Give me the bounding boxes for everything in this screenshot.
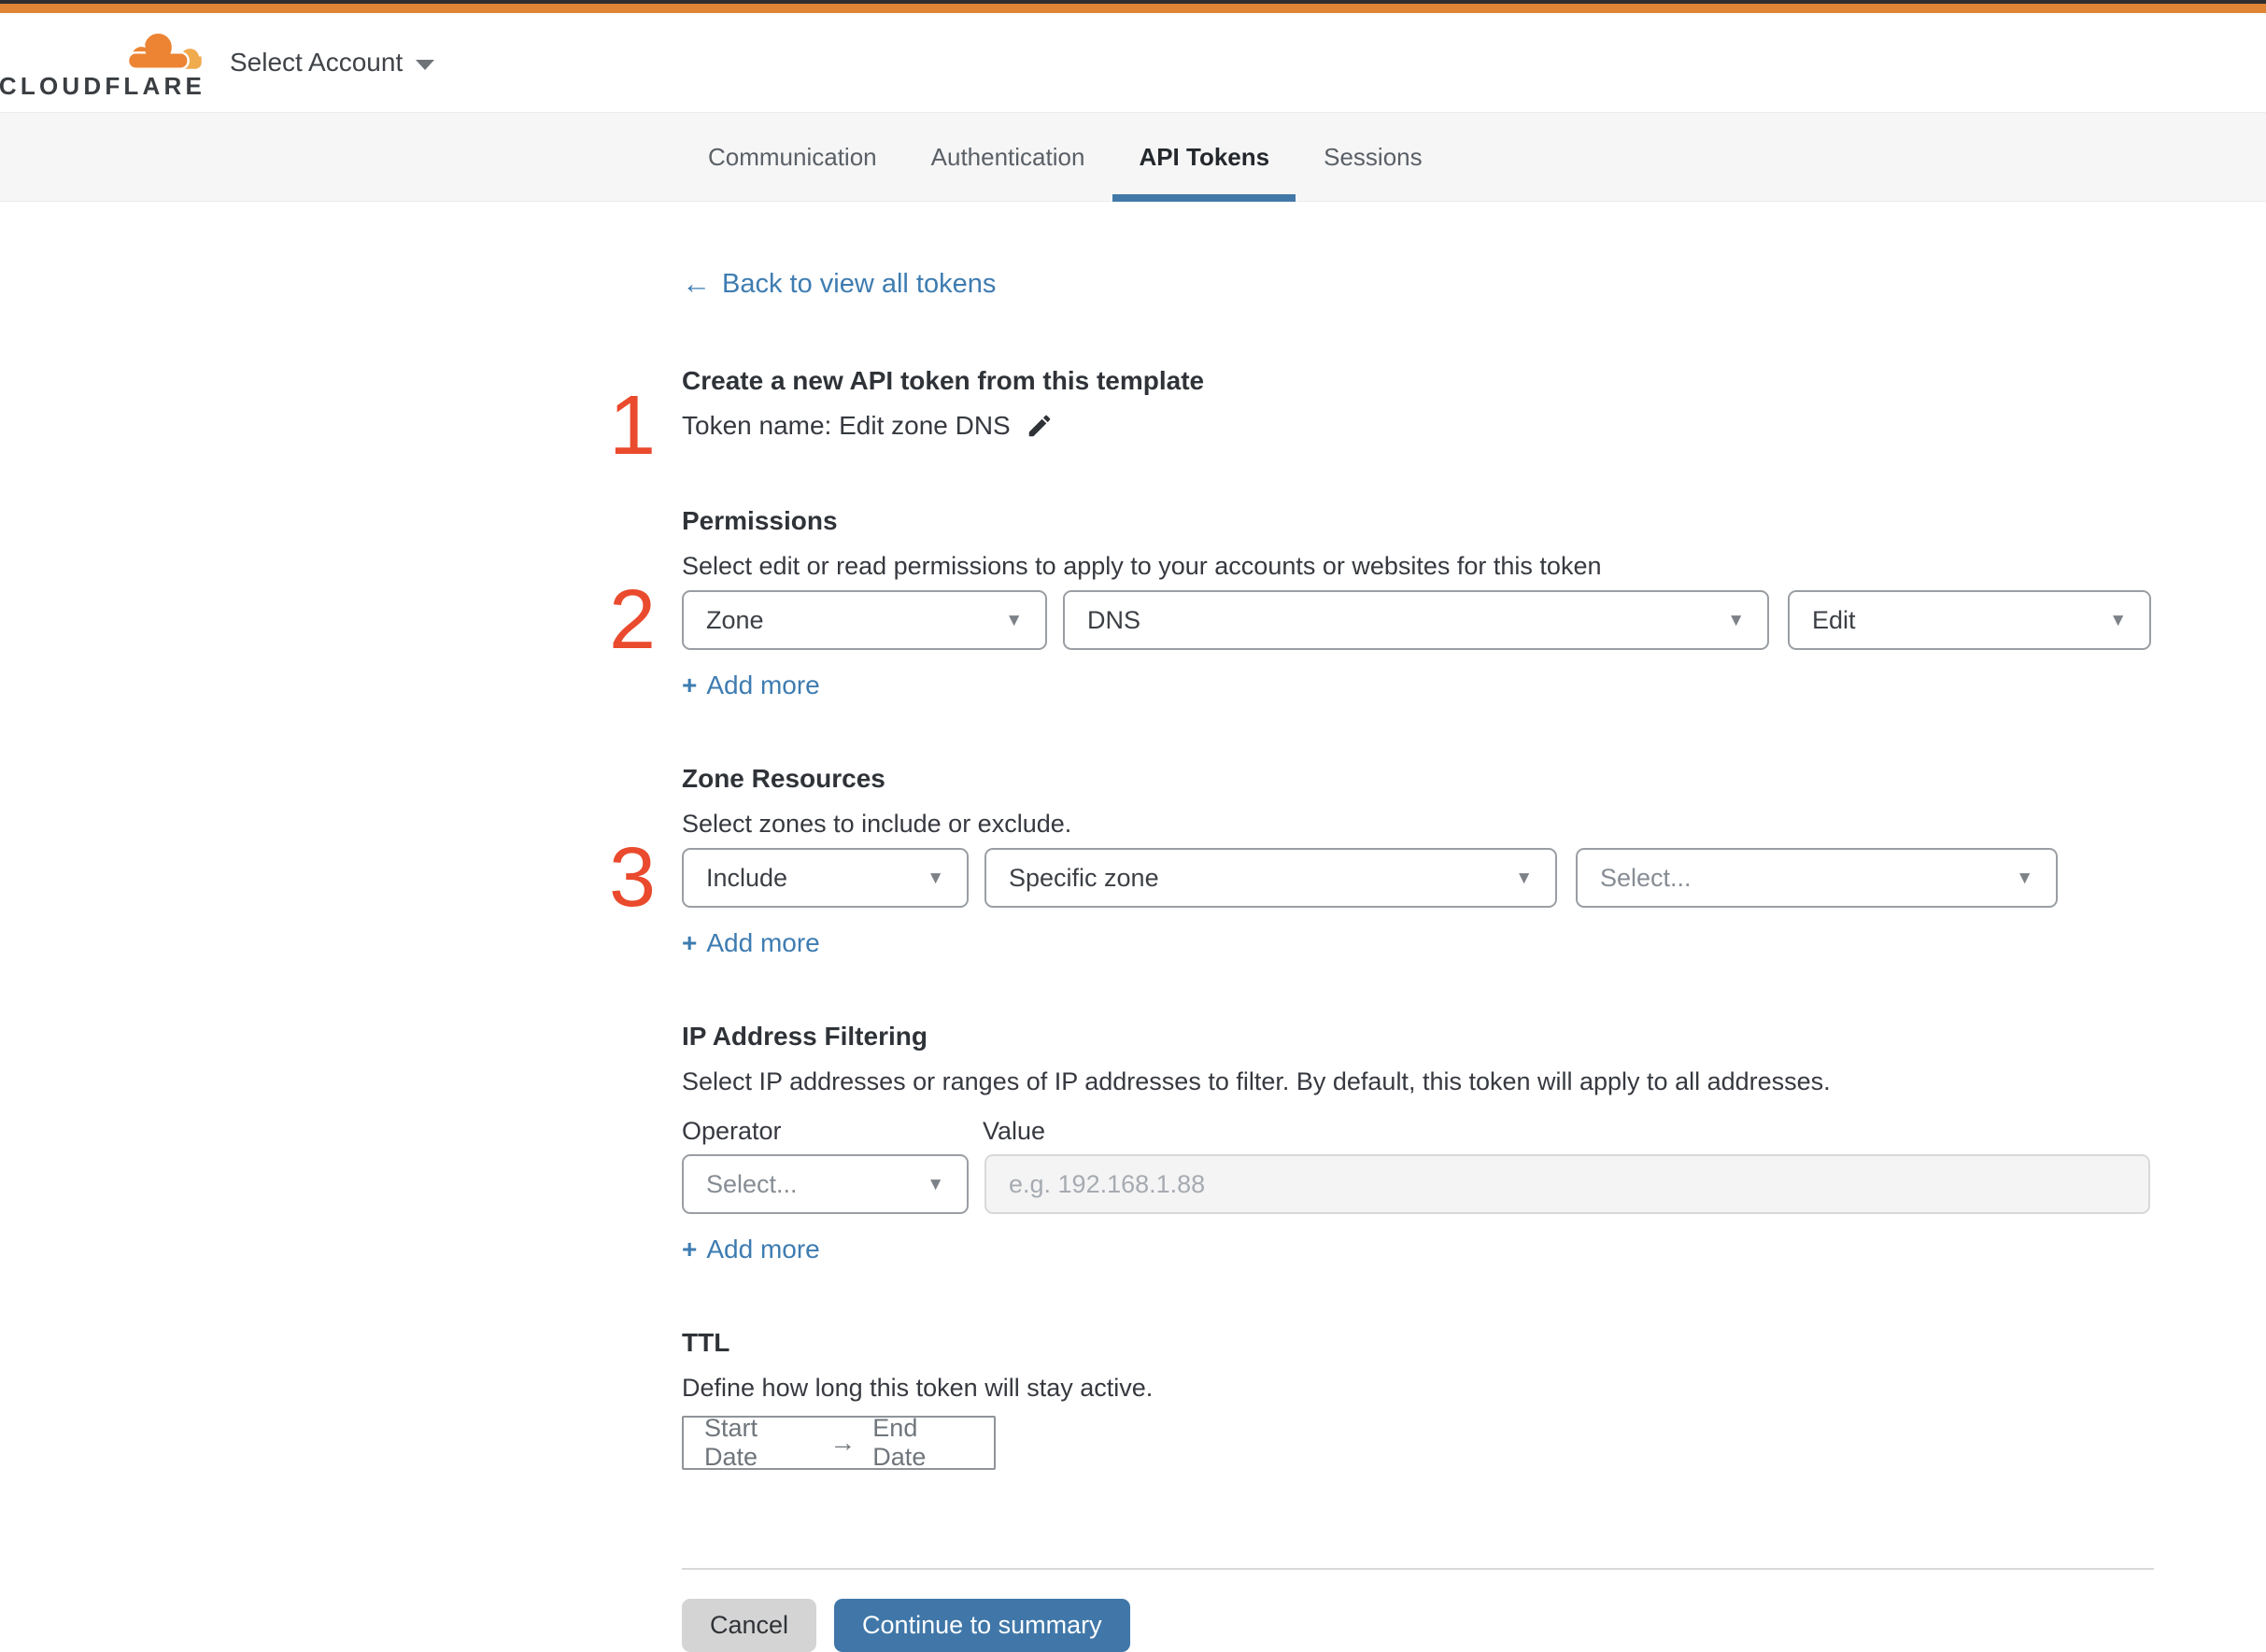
dropdown-value: Specific zone	[1009, 863, 1159, 892]
footer-actions: Cancel Continue to summary	[682, 1599, 2152, 1652]
footer-divider	[682, 1568, 2154, 1570]
step-number-3: 3	[608, 831, 656, 925]
ip-operator-dropdown[interactable]: Select... ▼	[682, 1154, 969, 1214]
tab-bar: Communication Authentication API Tokens …	[0, 112, 2266, 202]
pencil-edit-icon[interactable]	[1026, 412, 1054, 440]
zone-select-dropdown[interactable]: Select... ▼	[1576, 848, 2058, 908]
ttl-description: Define how long this token will stay act…	[682, 1374, 1154, 1402]
tab-sessions[interactable]: Sessions	[1297, 113, 1449, 201]
add-more-label: Add more	[706, 1235, 820, 1264]
cloudflare-cloud-icon	[126, 31, 202, 70]
main-content: ← Back to view all tokens Create a new A…	[0, 202, 2266, 1652]
tab-label: Sessions	[1324, 142, 1423, 171]
tab-authentication[interactable]: Authentication	[905, 113, 1112, 201]
ip-filtering-add-more-link[interactable]: + Add more	[682, 1231, 820, 1268]
token-template-section: Create a new API token from this templat…	[609, 362, 2152, 468]
permissions-add-more-link[interactable]: + Add more	[682, 667, 820, 704]
dropdown-value: Edit	[1812, 605, 1856, 634]
cancel-button[interactable]: Cancel	[682, 1599, 817, 1652]
tab-communication[interactable]: Communication	[682, 113, 903, 201]
permission-access-dropdown[interactable]: Edit ▼	[1788, 590, 2151, 650]
zone-resources-section: Zone Resources Select zones to include o…	[609, 760, 2152, 962]
operator-label: Operator	[682, 1117, 782, 1145]
ip-filtering-title: IP Address Filtering	[682, 1022, 928, 1051]
chevron-down-icon: ▼	[927, 1174, 944, 1194]
plus-icon: +	[682, 671, 698, 699]
tab-label: Communication	[708, 142, 877, 171]
add-more-label: Add more	[706, 671, 820, 699]
dropdown-value: DNS	[1087, 605, 1141, 634]
permissions-section: Permissions Select edit or read permissi…	[609, 502, 2152, 704]
plus-icon: +	[682, 928, 698, 957]
create-token-title: Create a new API token from this templat…	[682, 366, 1205, 395]
back-link[interactable]: ← Back to view all tokens	[682, 265, 996, 303]
ttl-section: TTL Define how long this token will stay…	[682, 1324, 2152, 1471]
plus-icon: +	[682, 1235, 698, 1264]
permissions-description: Select edit or read permissions to apply…	[682, 552, 1602, 580]
account-selector-label: Select Account	[230, 48, 404, 77]
value-label: Value	[983, 1117, 1046, 1145]
header: CLOUDFLARE Select Account	[0, 13, 2266, 112]
arrow-right-icon: →	[829, 1428, 857, 1457]
add-more-label: Add more	[706, 928, 820, 957]
zone-resources-title: Zone Resources	[682, 764, 885, 793]
chevron-down-icon: ▼	[2016, 868, 2033, 888]
zone-scope-dropdown[interactable]: Specific zone ▼	[984, 848, 1557, 908]
permissions-title: Permissions	[682, 506, 838, 535]
step-number-2: 2	[608, 573, 656, 667]
ttl-date-range-picker[interactable]: Start Date → End Date	[682, 1414, 996, 1471]
token-name-text: Token name: Edit zone DNS	[682, 411, 1011, 440]
chevron-down-icon: ▼	[1515, 868, 1533, 888]
permission-group-dropdown[interactable]: DNS ▼	[1063, 590, 1769, 650]
dropdown-value: Include	[706, 863, 788, 892]
zone-resources-description: Select zones to include or exclude.	[682, 810, 1072, 838]
account-selector[interactable]: Select Account	[230, 48, 435, 78]
zone-resources-add-more-link[interactable]: + Add more	[682, 925, 820, 962]
ip-filtering-section: IP Address Filtering Select IP addresses…	[682, 1018, 2152, 1268]
ip-value-input[interactable]	[984, 1154, 2150, 1214]
start-date-label: Start Date	[704, 1414, 758, 1471]
back-link-label: Back to view all tokens	[722, 269, 997, 299]
ttl-title: TTL	[682, 1328, 730, 1357]
dropdown-placeholder: Select...	[1600, 863, 1692, 892]
chevron-down-icon: ▼	[2109, 610, 2127, 630]
chevron-down-icon: ▼	[1005, 610, 1023, 630]
zone-operator-dropdown[interactable]: Include ▼	[682, 848, 969, 908]
cloudflare-logo[interactable]: CLOUDFLARE	[0, 27, 205, 98]
cloudflare-logo-text: CLOUDFLARE	[0, 72, 205, 100]
tab-label: API Tokens	[1139, 142, 1270, 171]
tab-api-tokens[interactable]: API Tokens	[1112, 113, 1296, 202]
dropdown-placeholder: Select...	[706, 1169, 798, 1198]
continue-to-summary-button[interactable]: Continue to summary	[834, 1599, 1130, 1652]
chevron-down-icon: ▼	[927, 868, 944, 888]
step-number-1: 1	[608, 379, 656, 473]
permission-scope-dropdown[interactable]: Zone ▼	[682, 590, 1047, 650]
chevron-down-icon	[416, 59, 435, 70]
dropdown-value: Zone	[706, 605, 764, 634]
tab-label: Authentication	[930, 142, 1085, 171]
brand-accent-bar	[0, 4, 2266, 13]
back-arrow-icon: ←	[682, 267, 711, 300]
end-date-label: End Date	[872, 1414, 927, 1471]
chevron-down-icon: ▼	[1727, 610, 1745, 630]
ip-filtering-description: Select IP addresses or ranges of IP addr…	[682, 1067, 1831, 1095]
